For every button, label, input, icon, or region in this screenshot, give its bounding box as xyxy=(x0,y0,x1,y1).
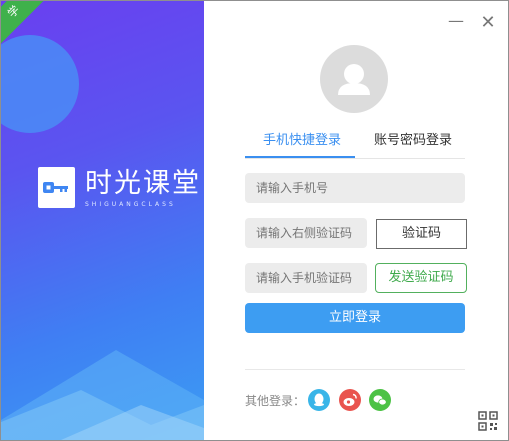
brand-panel: 学 时光课堂 SHIGUANGCLASS xyxy=(1,1,204,440)
wechat-icon[interactable] xyxy=(369,389,391,411)
ribbon-label: 学 xyxy=(5,3,23,21)
captcha-image-button[interactable]: 验证码 xyxy=(376,219,467,249)
key-logo-icon xyxy=(38,167,75,208)
captcha-input[interactable] xyxy=(245,218,367,248)
brand-name: 时光课堂 xyxy=(85,167,201,199)
close-button[interactable]: ✕ xyxy=(480,14,496,32)
mountain-decoration xyxy=(1,350,204,440)
login-panel: — ✕ 手机快捷登录 账号密码登录 验证码 发送验证码 立即登录 其他登录： xyxy=(205,1,508,440)
divider xyxy=(245,369,465,370)
send-code-button[interactable]: 发送验证码 xyxy=(375,263,467,293)
other-login-label: 其他登录： xyxy=(245,394,306,408)
weibo-icon[interactable] xyxy=(339,389,361,411)
login-tabs: 手机快捷登录 账号密码登录 xyxy=(245,125,465,159)
login-window: 学 时光课堂 SHIGUANGCLASS — ✕ 手机快捷登录 账号密码登录 请… xyxy=(0,0,509,441)
brand-name-english: SHIGUANGCLASS xyxy=(85,200,176,208)
decorative-circle xyxy=(1,35,79,133)
minimize-button[interactable]: — xyxy=(448,13,464,29)
brand-logo: 时光课堂 SHIGUANGCLASS xyxy=(38,167,201,208)
sms-code-input[interactable] xyxy=(245,263,367,293)
tab-phone-login[interactable]: 手机快捷登录 xyxy=(263,129,341,148)
active-tab-indicator xyxy=(245,156,355,158)
qrcode-icon[interactable] xyxy=(478,411,498,431)
tab-password-login[interactable]: 账号密码登录 xyxy=(374,129,452,148)
phone-input[interactable] xyxy=(245,173,465,203)
avatar-icon xyxy=(320,45,388,113)
qq-icon[interactable] xyxy=(308,389,330,411)
login-button[interactable]: 立即登录 xyxy=(245,303,465,333)
